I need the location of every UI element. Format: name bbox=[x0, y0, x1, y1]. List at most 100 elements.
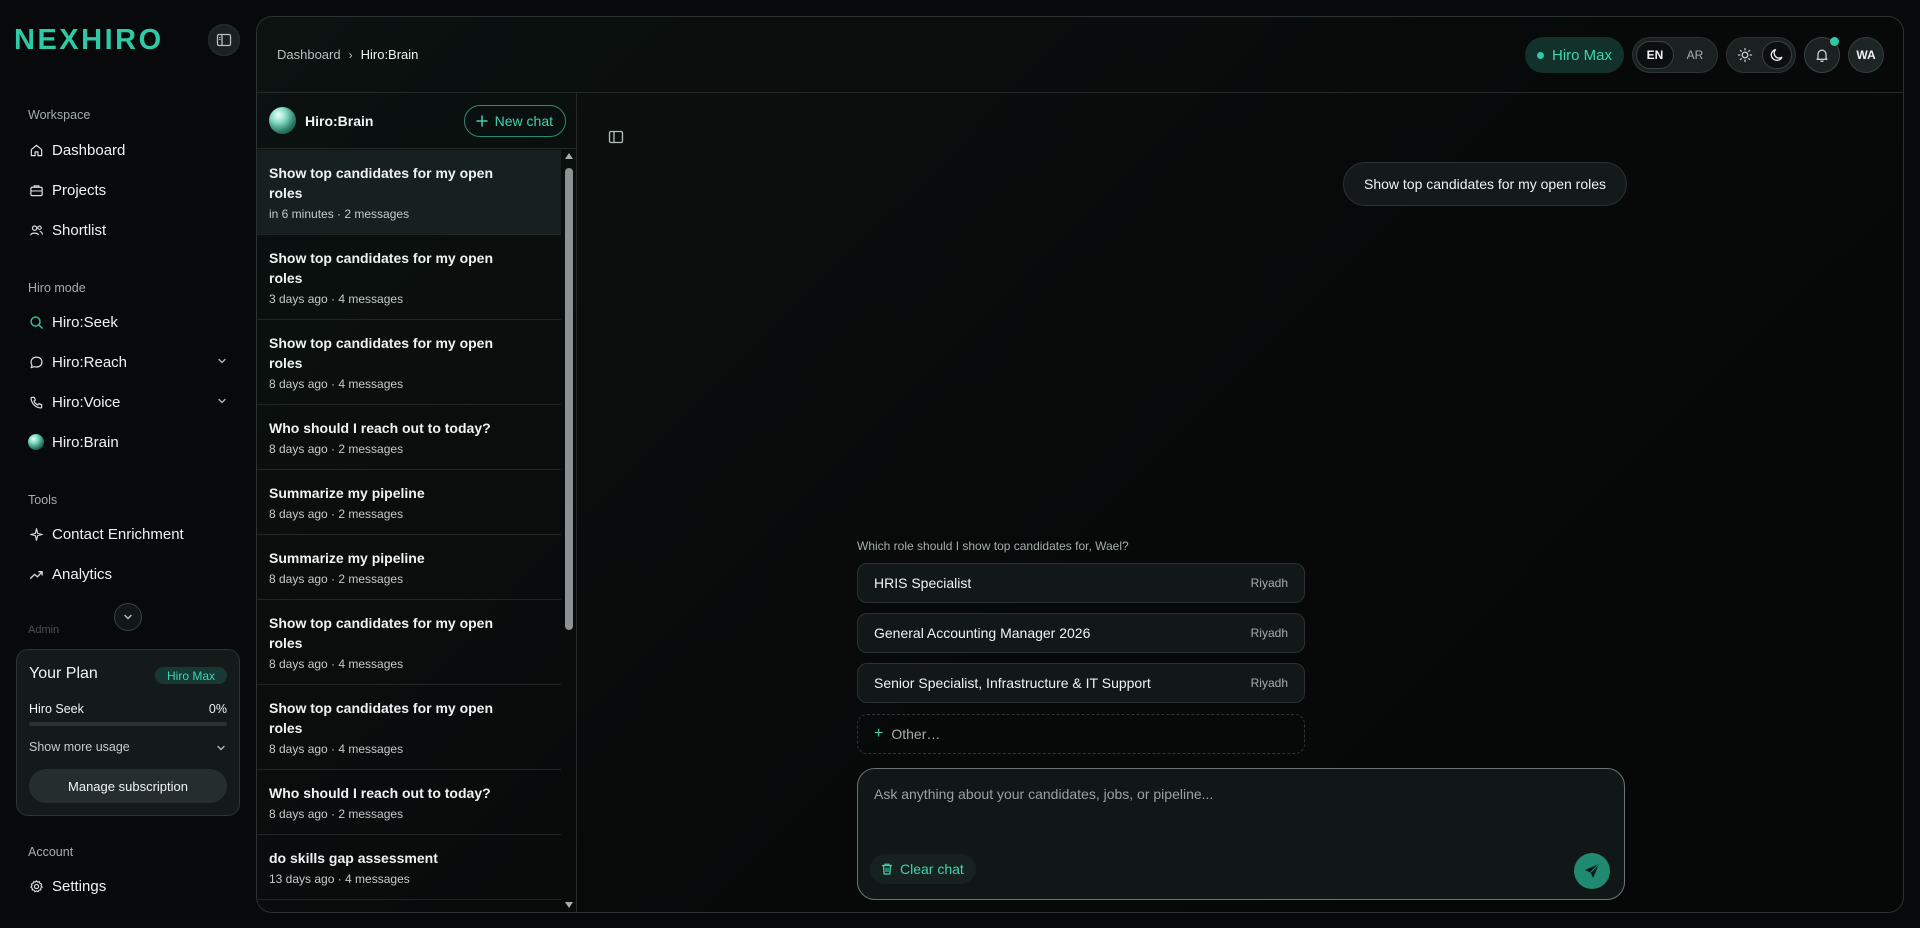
role-option-button[interactable]: General Accounting Manager 2026 Riyadh bbox=[857, 613, 1305, 653]
hiro-brain-orb-icon bbox=[269, 107, 296, 134]
new-chat-label: New chat bbox=[494, 113, 553, 129]
toggle-conversation-list-button[interactable] bbox=[608, 129, 624, 145]
main-panel: Dashboard › Hiro:Brain Hiro Max EN AR WA… bbox=[256, 16, 1904, 913]
nav-item-label: Projects bbox=[52, 181, 107, 199]
status-dot-icon bbox=[1536, 51, 1544, 59]
orb-icon bbox=[28, 434, 44, 450]
role-option-location: Riyadh bbox=[1250, 676, 1288, 690]
conversation-item[interactable]: Show top candidates for my open roles 3 d… bbox=[257, 235, 561, 320]
conversation-item[interactable]: Show top candidates for my open roles 8 d… bbox=[257, 600, 561, 685]
other-option-label: Other… bbox=[891, 726, 941, 742]
conversation-item[interactable]: Show top candidates for my open roles 8 d… bbox=[257, 320, 561, 405]
conversation-list-header: Hiro:Brain New chat bbox=[257, 93, 576, 149]
conversation-title: Who should I reach out to today? bbox=[269, 420, 491, 436]
conversation-meta: 3 days ago · 4 messages bbox=[269, 292, 404, 306]
plan-pill[interactable]: Hiro Max bbox=[1524, 37, 1624, 73]
conversation-meta: 8 days ago · 4 messages bbox=[269, 657, 404, 671]
dark-theme-button[interactable] bbox=[1762, 41, 1792, 69]
nav-item-contact-enrichment[interactable]: Contact Enrichment bbox=[28, 520, 228, 548]
sun-icon bbox=[1737, 47, 1753, 63]
new-chat-button[interactable]: New chat bbox=[463, 105, 566, 137]
nav-item-hiro-reach[interactable]: Hiro:Reach bbox=[28, 348, 228, 376]
theme-switcher bbox=[1726, 37, 1796, 73]
nav-item-label: Dashboard bbox=[52, 141, 126, 159]
breadcrumb-separator-icon: › bbox=[348, 47, 353, 62]
conversation-item[interactable]: Summarize my pipeline 8 days ago · 2 mess… bbox=[257, 470, 561, 535]
section-label-admin: Admin bbox=[28, 624, 60, 636]
role-option-button[interactable]: HRIS Specialist Riyadh bbox=[857, 563, 1305, 603]
nav-item-hiro-seek[interactable]: Hiro:Seek bbox=[28, 308, 228, 336]
conversation-meta: 13 days ago · 4 messages bbox=[269, 872, 410, 886]
breadcrumb-dashboard-link[interactable]: Dashboard bbox=[277, 47, 341, 62]
chevron-down-icon[interactable] bbox=[216, 395, 228, 407]
usage-percent: 0% bbox=[208, 702, 227, 716]
conversation-meta: in 6 minutes · 2 messages bbox=[269, 207, 410, 221]
nav-item-label: Settings bbox=[52, 877, 107, 895]
left-sidebar: NEXHIRO Workspace Dashboard Projects Sho… bbox=[0, 0, 256, 928]
plus-icon bbox=[475, 115, 488, 127]
nav-item-hiro-voice[interactable]: Hiro:Voice bbox=[28, 388, 228, 416]
role-option-label: HRIS Specialist bbox=[874, 575, 972, 591]
conversation-list-title: Hiro:Brain bbox=[305, 113, 374, 129]
nav-scroll-down-button[interactable] bbox=[114, 603, 142, 631]
nav-item-analytics[interactable]: Analytics bbox=[28, 560, 228, 588]
trash-icon bbox=[881, 863, 893, 875]
other-option-button[interactable]: + Other… bbox=[857, 714, 1305, 754]
conversation-item[interactable]: Show top candidates for my open roles 8 d… bbox=[257, 685, 561, 770]
nav-item-label: Shortlist bbox=[52, 221, 107, 239]
conversation-title: Show top candidates for my open roles bbox=[269, 335, 494, 371]
conversation-title: Summarize my pipeline bbox=[269, 485, 425, 501]
collapse-sidebar-button[interactable] bbox=[208, 24, 240, 56]
manage-subscription-button[interactable]: Manage subscription bbox=[29, 769, 227, 803]
conversation-title: Show top candidates for my open roles bbox=[269, 165, 494, 201]
show-more-usage-toggle[interactable]: Show more usage bbox=[29, 740, 130, 754]
conversation-item[interactable]: Who should I reach out to today? 8 days a… bbox=[257, 770, 561, 835]
conversation-item[interactable]: Summarize my pipeline 8 days ago · 2 mess… bbox=[257, 535, 561, 600]
nav-item-label: Hiro:Brain bbox=[52, 433, 119, 451]
conversation-meta: 8 days ago · 2 messages bbox=[269, 807, 404, 821]
notifications-button[interactable] bbox=[1804, 37, 1840, 73]
lang-en-button[interactable]: EN bbox=[1636, 41, 1674, 69]
send-icon bbox=[1585, 864, 1599, 878]
message-icon bbox=[28, 354, 44, 370]
nav-item-label: Hiro:Voice bbox=[52, 393, 121, 411]
role-option-location: Riyadh bbox=[1250, 576, 1288, 590]
conversation-meta: 8 days ago · 2 messages bbox=[269, 572, 404, 586]
notification-badge bbox=[1830, 37, 1839, 46]
section-label-account: Account bbox=[28, 845, 74, 859]
moon-icon bbox=[1770, 49, 1783, 61]
role-option-label: General Accounting Manager 2026 bbox=[874, 625, 1091, 641]
search-icon bbox=[28, 314, 44, 330]
conversation-item[interactable]: Who should I reach out to today? 8 days a… bbox=[257, 405, 561, 470]
conversation-meta: 8 days ago · 2 messages bbox=[269, 442, 404, 456]
plan-pill-label: Hiro Max bbox=[1551, 46, 1612, 64]
chat-input[interactable] bbox=[874, 783, 1610, 805]
nav-item-hiro-brain[interactable]: Hiro:Brain bbox=[28, 428, 228, 456]
lang-ar-button[interactable]: AR bbox=[1676, 41, 1714, 69]
brand-logo[interactable]: NEXHIRO bbox=[14, 24, 164, 57]
nav-item-shortlist[interactable]: Shortlist bbox=[28, 216, 228, 244]
clear-chat-label: Clear chat bbox=[900, 861, 964, 877]
scroll-up-arrow-icon[interactable] bbox=[565, 153, 573, 159]
conversation-list[interactable]: Show top candidates for my open roles in … bbox=[257, 150, 561, 912]
assistant-question: Which role should I show top candidates … bbox=[857, 539, 1129, 553]
chevron-down-icon[interactable] bbox=[215, 742, 227, 754]
send-message-button[interactable] bbox=[1574, 853, 1610, 889]
message-composer: Clear chat bbox=[857, 768, 1625, 900]
nav-item-projects[interactable]: Projects bbox=[28, 176, 228, 204]
sparkle-icon bbox=[28, 526, 44, 542]
scrollbar-thumb[interactable] bbox=[565, 168, 573, 630]
user-avatar[interactable]: WA bbox=[1848, 37, 1884, 73]
nav-item-dashboard[interactable]: Dashboard bbox=[28, 136, 228, 164]
chevron-down-icon[interactable] bbox=[216, 355, 228, 367]
conversation-scrollbar[interactable] bbox=[562, 150, 576, 912]
clear-chat-button[interactable]: Clear chat bbox=[870, 854, 976, 884]
role-option-button[interactable]: Senior Specialist, Infrastructure & IT S… bbox=[857, 663, 1305, 703]
plan-card: Your Plan Hiro Max Hiro Seek 0% Show mor… bbox=[16, 649, 240, 816]
conversation-item[interactable]: Show top candidates for my open roles in … bbox=[257, 150, 561, 235]
nav-item-settings[interactable]: Settings bbox=[28, 872, 228, 900]
scroll-down-arrow-icon[interactable] bbox=[565, 902, 573, 908]
conversation-item[interactable]: do skills gap assessment 13 days ago · 4 … bbox=[257, 835, 561, 900]
light-theme-button[interactable] bbox=[1730, 41, 1760, 69]
sidebar-panel-icon bbox=[608, 130, 624, 144]
